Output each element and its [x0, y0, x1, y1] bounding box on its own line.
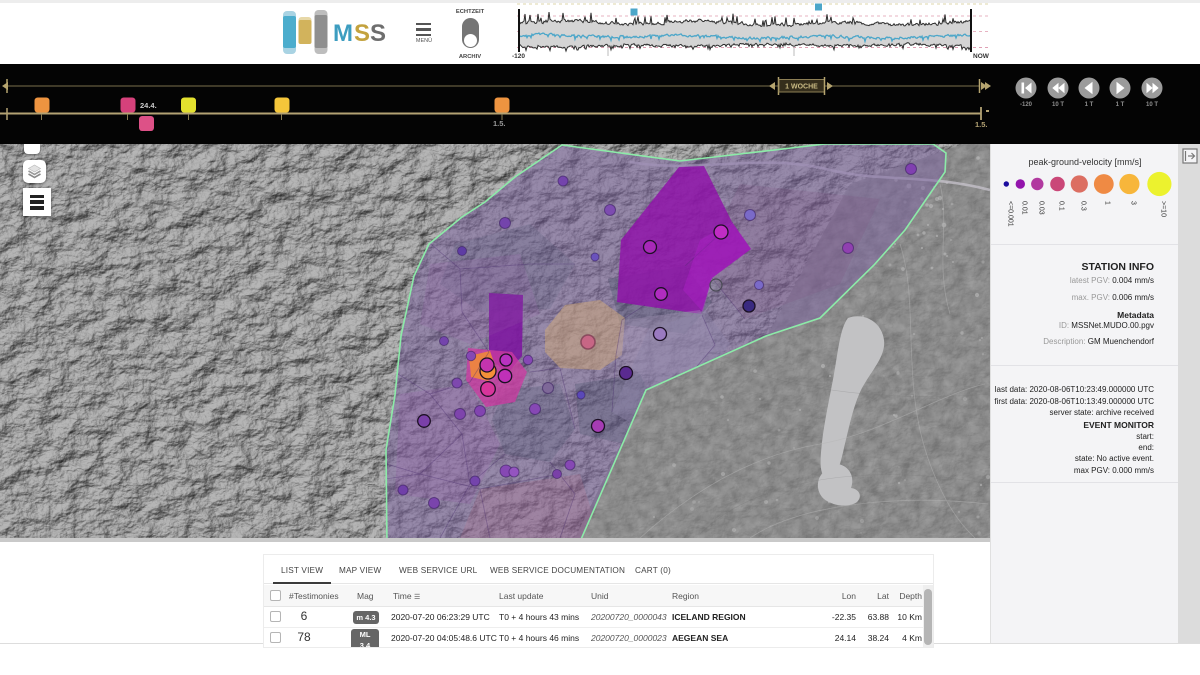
svg-text:1: 1 — [1104, 201, 1111, 205]
svg-text:0.1: 0.1 — [1058, 201, 1065, 211]
svg-text:3: 3 — [1130, 201, 1137, 205]
svg-text:24.4.: 24.4. — [140, 101, 157, 110]
svg-text:1 T: 1 T — [1085, 102, 1094, 108]
svg-text:10 T: 10 T — [1146, 102, 1158, 108]
svg-text:-120: -120 — [512, 53, 525, 60]
svg-text:NOW: NOW — [973, 53, 990, 60]
svg-text:1 T: 1 T — [1116, 102, 1125, 108]
svg-text:0.03: 0.03 — [1038, 201, 1045, 215]
svg-text:1.5.: 1.5. — [975, 120, 988, 129]
svg-text:<=0.001: <=0.001 — [1007, 201, 1014, 227]
svg-text:1 WOCHE: 1 WOCHE — [785, 84, 818, 91]
svg-text:1.5.: 1.5. — [493, 119, 506, 128]
svg-text:0.01: 0.01 — [1021, 201, 1028, 215]
svg-text:>=10: >=10 — [1160, 201, 1167, 217]
svg-text:10 T: 10 T — [1052, 102, 1064, 108]
svg-text:-120: -120 — [1020, 102, 1033, 108]
svg-text:0.3: 0.3 — [1080, 201, 1087, 211]
